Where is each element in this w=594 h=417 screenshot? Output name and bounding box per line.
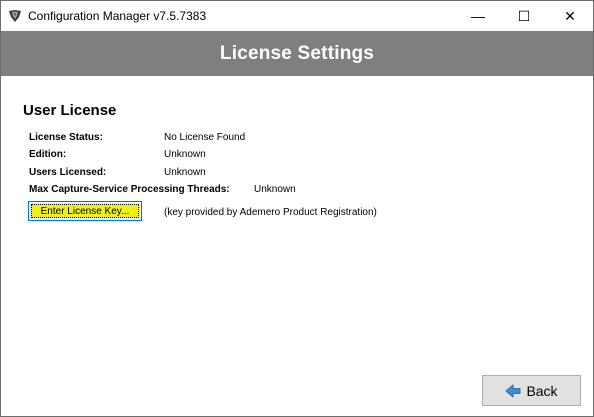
edition-value: Unknown	[164, 149, 206, 160]
max-threads-value: Unknown	[254, 184, 296, 195]
back-arrow-icon	[505, 383, 521, 398]
maximize-icon: ☐	[517, 7, 531, 24]
enter-license-key-label: Enter License Key...	[31, 204, 139, 218]
max-threads-label: Max Capture-Service Processing Threads:	[29, 184, 230, 195]
minimize-button[interactable]: —	[455, 1, 501, 31]
page-title: License Settings	[219, 42, 375, 64]
section-heading: User License	[23, 102, 117, 119]
enter-license-key-button[interactable]: Enter License Key...	[28, 201, 142, 221]
back-button[interactable]: Back	[482, 375, 581, 406]
page-banner: License Settings	[1, 31, 593, 76]
configuration-manager-window: Configuration Manager v7.5.7383 — ☐ ✕ Li…	[0, 0, 594, 417]
window-title: Configuration Manager v7.5.7383	[28, 9, 207, 23]
app-logo-icon	[9, 10, 21, 22]
close-icon: ✕	[564, 7, 576, 24]
back-button-label: Back	[526, 382, 558, 399]
close-button[interactable]: ✕	[547, 1, 593, 31]
minimize-icon: —	[471, 8, 485, 24]
license-status-label: License Status:	[29, 132, 103, 143]
users-licensed-value: Unknown	[164, 167, 206, 178]
title-bar[interactable]: Configuration Manager v7.5.7383 — ☐ ✕	[1, 1, 593, 31]
maximize-button[interactable]: ☐	[501, 1, 547, 31]
license-status-value: No License Found	[164, 132, 246, 143]
license-key-hint: (key provided by Ademero Product Registr…	[164, 207, 377, 218]
users-licensed-label: Users Licensed:	[29, 167, 107, 178]
edition-label: Edition:	[29, 149, 67, 160]
